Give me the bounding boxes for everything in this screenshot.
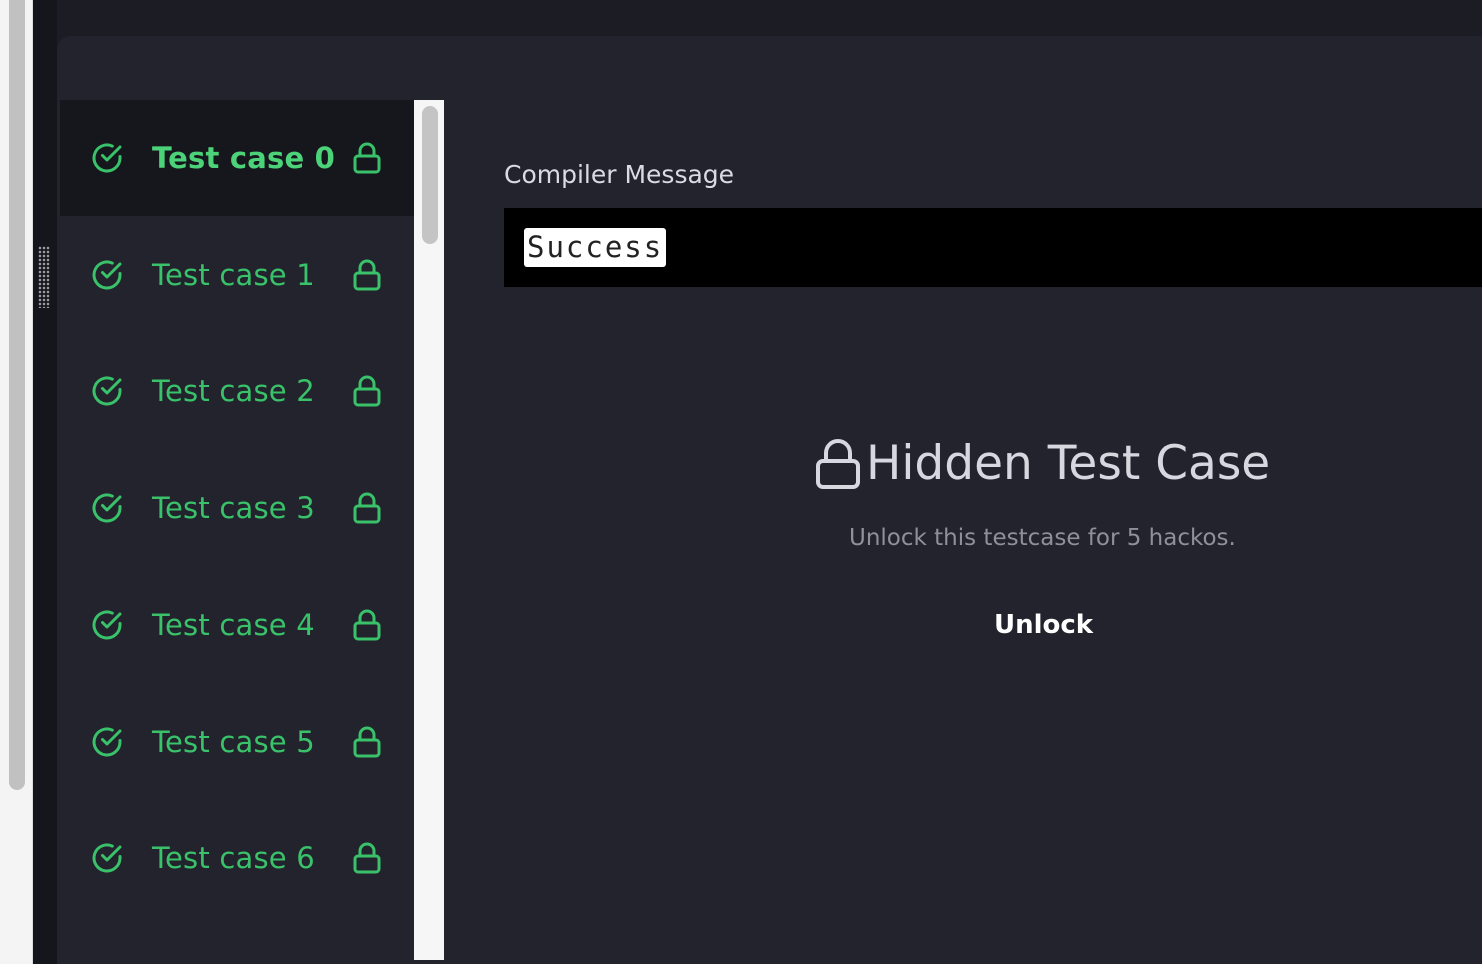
compiler-message-title: Compiler Message	[504, 160, 735, 189]
test-case-item[interactable]: Test case 1	[60, 217, 414, 333]
left-gutter	[33, 0, 57, 964]
test-case-label: Test case 6	[152, 841, 315, 875]
check-circle-icon	[92, 843, 122, 873]
hidden-test-case-heading: Hidden Test Case	[814, 436, 1270, 491]
page-scrollbar[interactable]	[0, 0, 33, 964]
check-circle-icon	[92, 610, 122, 640]
unlock-description: Unlock this testcase for 5 hackos.	[849, 525, 1236, 551]
lock-icon	[353, 609, 381, 641]
check-circle-icon	[92, 260, 122, 290]
test-case-item[interactable]: Test case 2	[60, 333, 414, 449]
test-case-list-scrollbar-thumb[interactable]	[422, 106, 438, 244]
test-case-label: Test case 0	[152, 141, 335, 175]
lock-icon	[353, 492, 381, 524]
hidden-test-case-title: Hidden Test Case	[866, 436, 1271, 491]
lock-icon	[353, 259, 381, 291]
test-case-label: Test case 5	[152, 725, 315, 759]
test-case-item[interactable]: Test case 0	[60, 100, 414, 216]
check-circle-icon	[92, 143, 122, 173]
test-case-item[interactable]: Test case 5	[60, 684, 414, 800]
lock-icon	[816, 438, 860, 489]
app-root: Test case 0 Test case 1 Test case 2 Test ca…	[0, 0, 1482, 964]
test-case-label: Test case 2	[152, 374, 315, 408]
check-circle-icon	[92, 376, 122, 406]
lock-icon	[353, 375, 381, 407]
unlock-button[interactable]: Unlock	[980, 604, 1107, 646]
compiler-message-text: Success	[524, 228, 667, 267]
page-scrollbar-thumb[interactable]	[9, 0, 25, 790]
test-case-item[interactable]: Test case 4	[60, 567, 414, 683]
lock-icon	[353, 842, 381, 874]
test-case-label: Test case 4	[152, 608, 315, 642]
test-case-label: Test case 1	[152, 258, 315, 292]
test-case-label: Test case 3	[152, 491, 315, 525]
panel-resize-handle[interactable]	[38, 246, 50, 308]
test-case-list: Test case 0 Test case 1 Test case 2 Test ca…	[60, 100, 414, 964]
check-circle-icon	[92, 727, 122, 757]
test-case-item[interactable]: Test case 3	[60, 450, 414, 566]
lock-icon	[353, 726, 381, 758]
lock-icon	[353, 142, 381, 174]
test-case-list-scrollbar[interactable]	[414, 100, 444, 960]
check-circle-icon	[92, 493, 122, 523]
test-case-item[interactable]: Test case 6	[60, 800, 414, 916]
